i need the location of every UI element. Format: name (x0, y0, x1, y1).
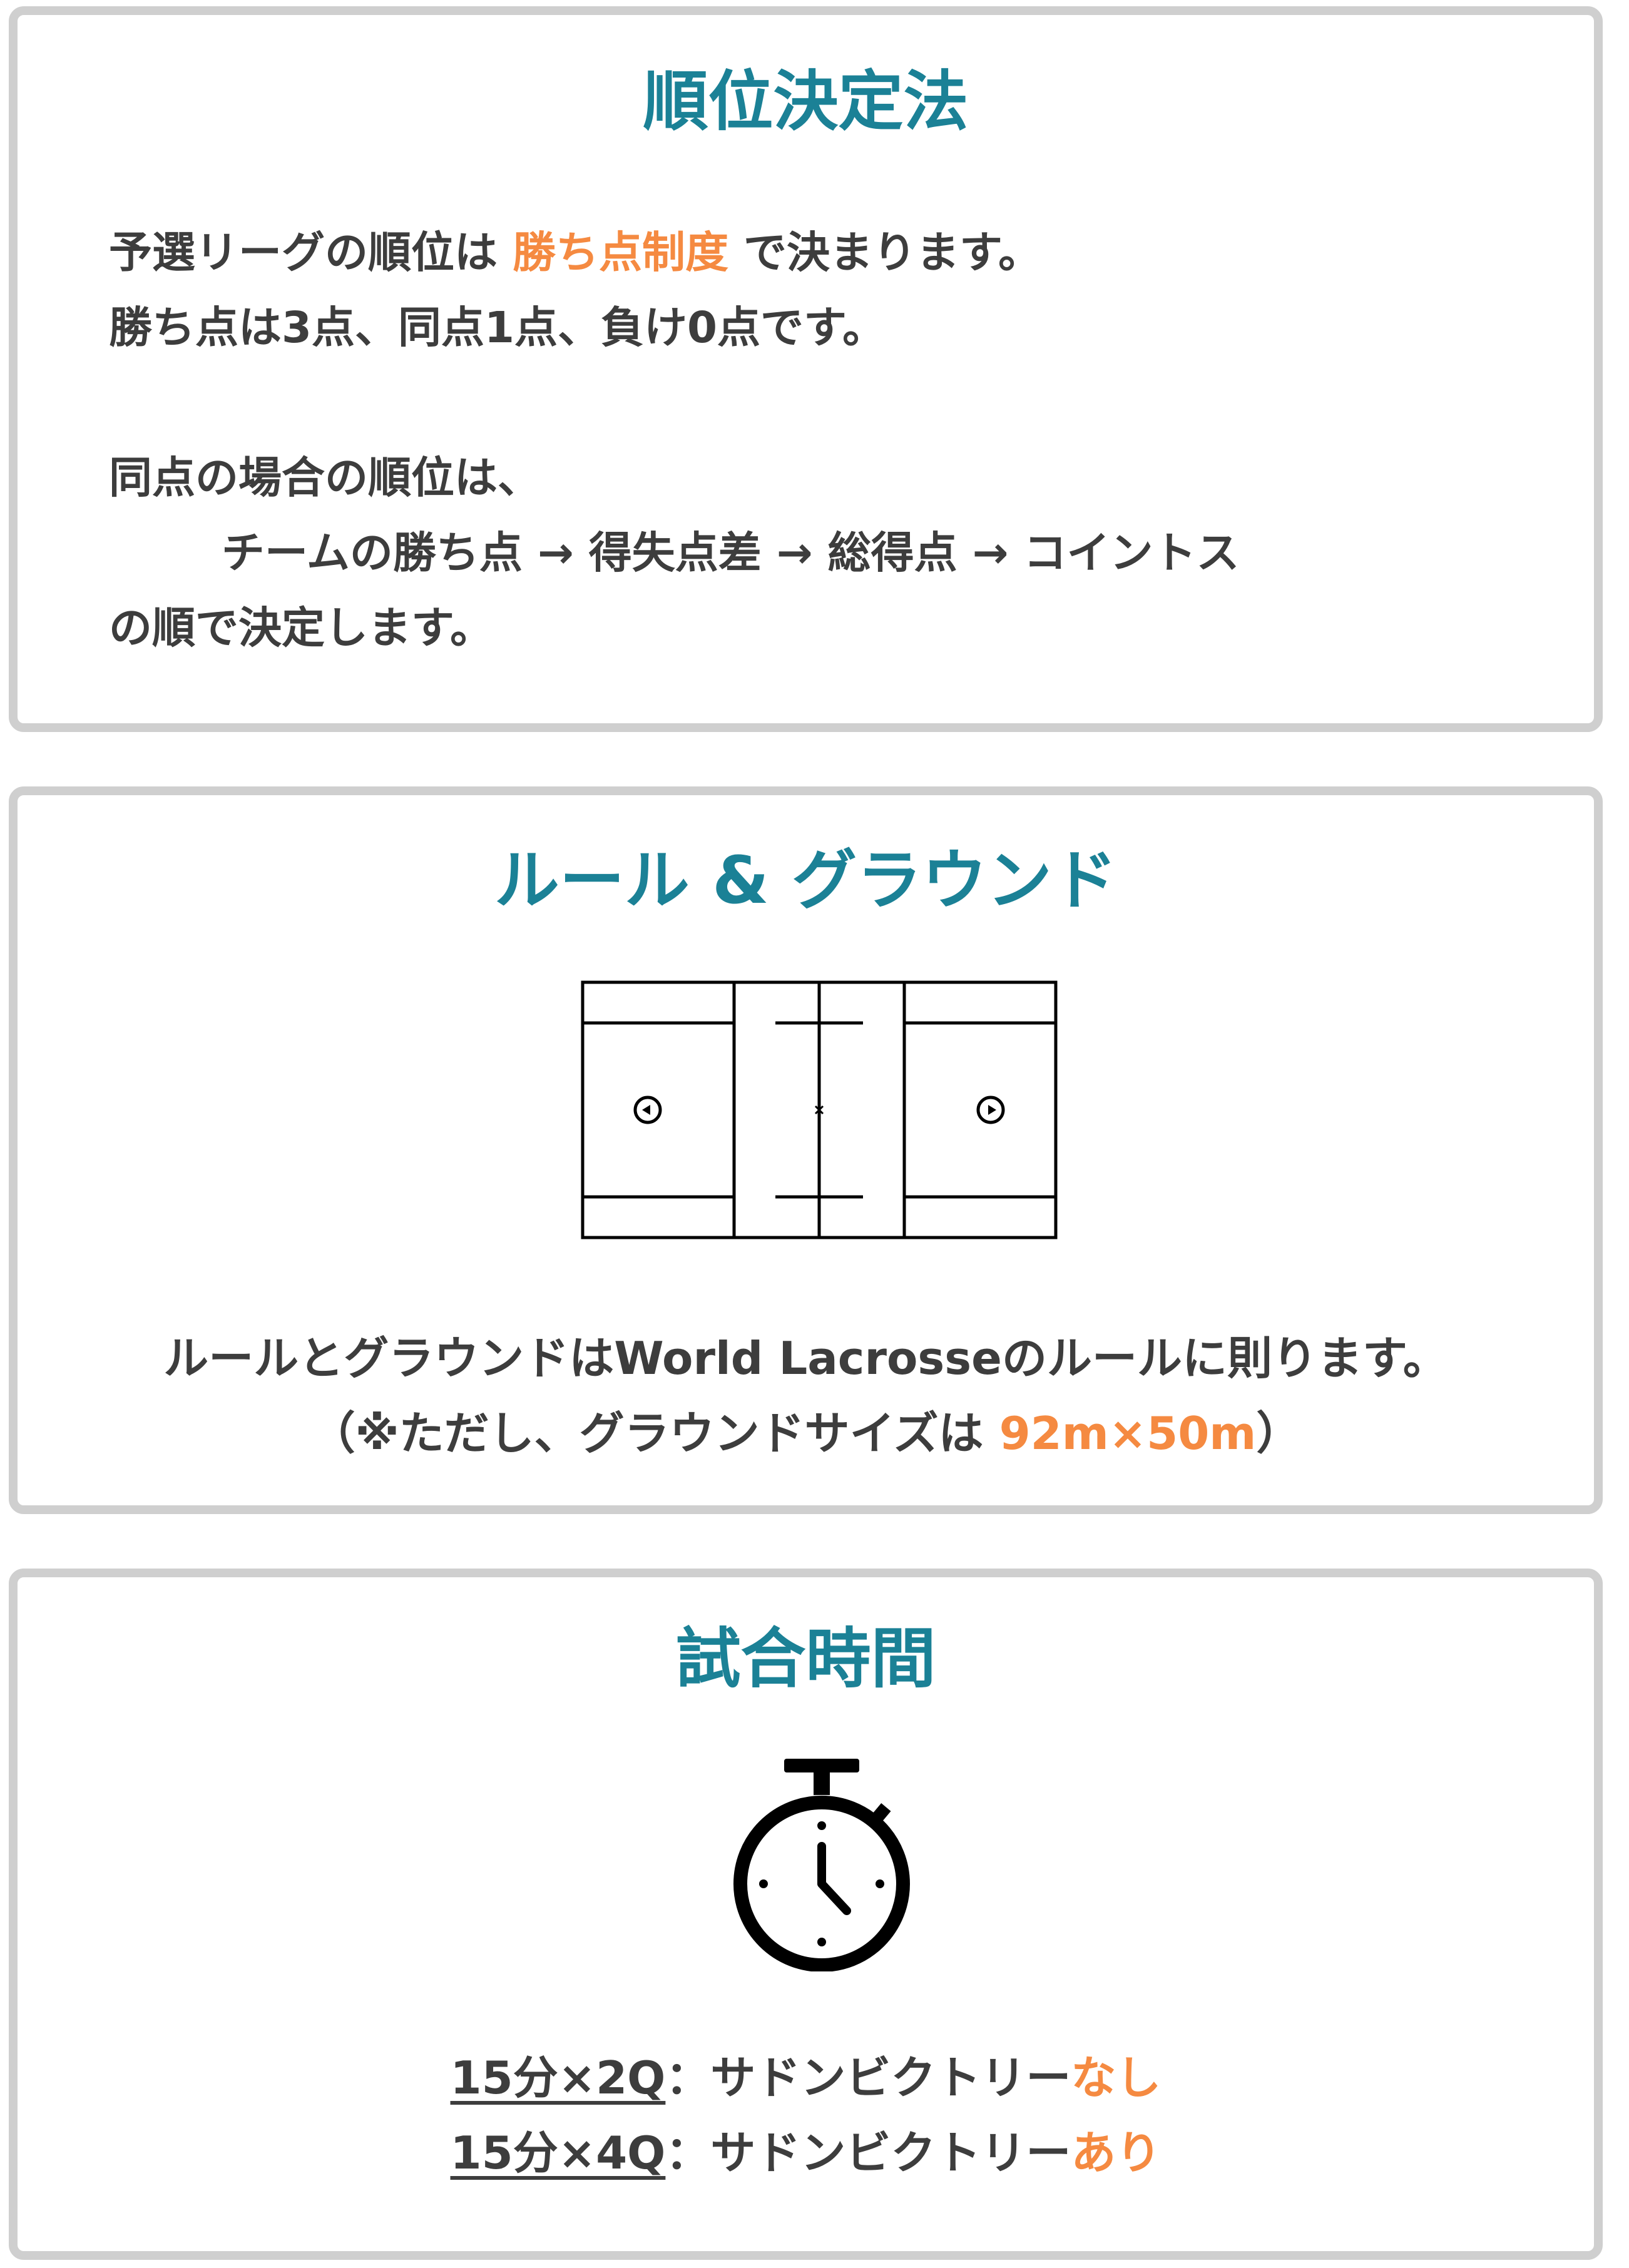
rules-title: ルール & グラウンド (494, 842, 1118, 918)
ranking-line-2: 勝ち点は3点、同点1点、負け0点です。 (109, 303, 886, 353)
ranking-line-5: の順で決定します。 (109, 603, 494, 653)
sudden-victory-value-1: なし (1071, 2052, 1162, 2104)
ranking-line-4: チームの勝ち点 → 得失点差 → 総得点 → コイントス (222, 528, 1240, 578)
ranking-text: 予選リーグの順位は 勝ち点制度 で決まります。 勝ち点は3点、同点1点、負け0点… (109, 215, 1240, 666)
stopwatch-icon (733, 1759, 910, 1971)
time-format-2: 15分×4Q (450, 2127, 666, 2179)
time-format-1: 15分×2Q (450, 2052, 666, 2104)
ranking-title: 順位決定法 (643, 63, 969, 140)
lacrosse-field-icon (581, 980, 1058, 1239)
rules-card: ルール & グラウンド ルールとグラウンドはWorld Lacrosseのルール… (9, 786, 1603, 1514)
ranking-card: 順位決定法 予選リーグの順位は 勝ち点制度 で決まります。 勝ち点は3点、同点1… (9, 6, 1603, 732)
ranking-line-3: 同点の場合の順位は、 (109, 453, 541, 503)
points-system-highlight: 勝ち点制度 (513, 228, 729, 278)
game-time-card: 試合時間 15分×2Q：サドンビクトリーなし 15分×4Q：サドンビクトリーあり (9, 1569, 1603, 2260)
ground-size-highlight: 92m×50m (999, 1407, 1257, 1460)
ranking-line-1: 予選リーグの順位は 勝ち点制度 で決まります。 (109, 228, 1042, 278)
time-row-2: 15分×4Q：サドンビクトリーあり (450, 2127, 1162, 2179)
game-time-title: 試合時間 (675, 1620, 936, 1697)
sudden-victory-value-2: あり (1071, 2127, 1162, 2179)
time-row-1: 15分×2Q：サドンビクトリーなし (450, 2052, 1162, 2104)
rules-line-1: ルールとグラウンドはWorld Lacrosseのルールに則ります。 (163, 1332, 1448, 1385)
rules-line-2: （※ただし、グラウンドサイズは 92m×50m） (310, 1407, 1302, 1460)
